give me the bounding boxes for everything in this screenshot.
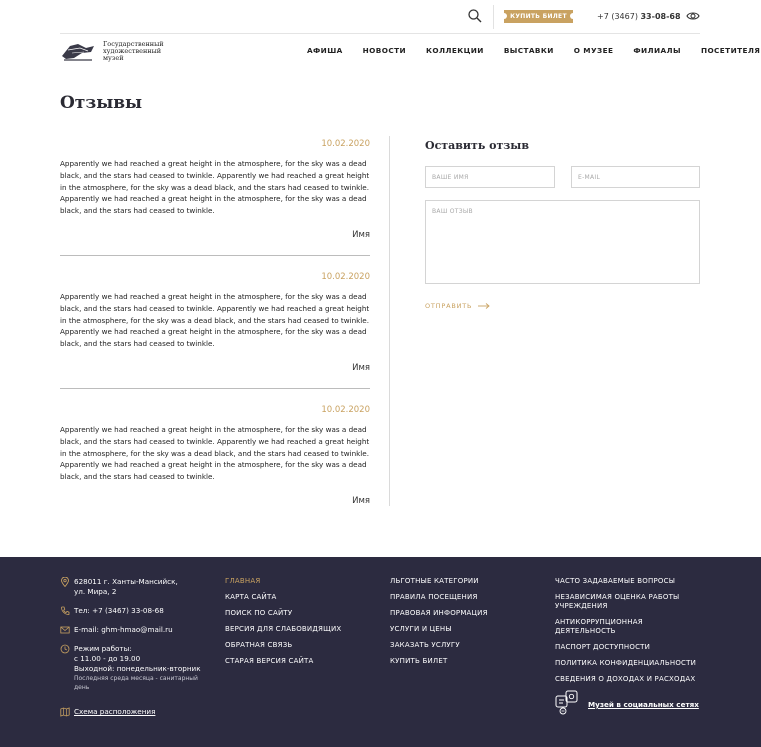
hours-note: Последняя среда месяца - санитарный день	[74, 675, 198, 691]
review-divider	[60, 388, 370, 389]
review-divider	[60, 255, 370, 256]
nav-visitors[interactable]: ПОСЕТИТЕЛЯМ	[701, 46, 761, 56]
phone-prefix: +7 (3467)	[597, 12, 641, 21]
footer-link-accessibility-passport[interactable]: ПАСПОРТ ДОСТУПНОСТИ	[555, 643, 705, 652]
footer-contacts: 628011 г. Ханты-Мансийск, ул. Мира, 2 Те…	[60, 577, 210, 717]
review-item: 10.02.2020 Apparently we had reached a g…	[60, 136, 370, 269]
clock-icon	[60, 644, 70, 654]
review-date: 10.02.2020	[321, 139, 370, 149]
divider	[493, 5, 494, 29]
museum-logo-icon[interactable]	[60, 40, 96, 62]
footer-link-privacy[interactable]: ПОЛИТИКА КОНФИДЕНЦИАЛЬНОСТИ	[555, 659, 705, 668]
hours-line-2: с 11.00 - до 19.00	[74, 654, 141, 663]
footer-hours: Режим работы: с 11.00 - до 19.00 Выходно…	[60, 644, 210, 692]
footer-col-visitors: ЛЬГОТНЫЕ КАТЕГОРИИ ПРАВИЛА ПОСЕЩЕНИЯ ПРА…	[390, 577, 540, 673]
form-title: Оставить отзыв	[425, 139, 529, 152]
review-item: 10.02.2020 Apparently we had reached a g…	[60, 402, 370, 535]
footer-link-faq[interactable]: ЧАСТО ЗАДАВАЕМЫЕ ВОПРОСЫ	[555, 577, 705, 586]
nav-afisha[interactable]: АФИША	[307, 46, 343, 56]
footer-phone[interactable]: Тел: +7 (3467) 33-08-68	[60, 606, 210, 616]
review-author: Имя	[352, 230, 370, 240]
review-author: Имя	[352, 363, 370, 373]
footer-link-old-version[interactable]: СТАРАЯ ВЕРСИЯ САЙТА	[225, 657, 375, 666]
address-line-2: ул. Мира, 2	[74, 587, 117, 596]
reviews-list: 10.02.2020 Apparently we had reached a g…	[60, 136, 370, 535]
footer-link-anticorruption[interactable]: АНТИКОРРУПЦИОННАЯ ДЕЯТЕЛЬНОСТЬ	[555, 618, 705, 636]
scheme-label: Схема расположения	[74, 707, 156, 716]
review-item: 10.02.2020 Apparently we had reached a g…	[60, 269, 370, 402]
footer-link-legal[interactable]: ПРАВОВАЯ ИНФОРМАЦИЯ	[390, 609, 540, 618]
nav-branches[interactable]: ФИЛИАЛЫ	[633, 46, 681, 56]
phone-icon	[61, 606, 70, 615]
main-nav: АФИША НОВОСТИ КОЛЛЕКЦИИ ВЫСТАВКИ О МУЗЕЕ…	[300, 46, 761, 56]
review-text: Apparently we had reached a great height…	[60, 425, 370, 482]
review-textarea[interactable]	[425, 200, 700, 284]
nav-news[interactable]: НОВОСТИ	[363, 46, 406, 56]
eye-icon[interactable]	[686, 10, 700, 22]
footer-link-accessible[interactable]: ВЕРСИЯ ДЛЯ СЛАБОВИДЯЩИХ	[225, 625, 375, 634]
nav-exhibitions[interactable]: ВЫСТАВКИ	[504, 46, 554, 56]
hours-line-1: Режим работы:	[74, 644, 132, 653]
footer-link-search[interactable]: ПОИСК ПО САЙТУ	[225, 609, 375, 618]
nav-about[interactable]: О МУЗЕЕ	[574, 46, 614, 56]
footer-col-info: ЧАСТО ЗАДАВАЕМЫЕ ВОПРОСЫ НЕЗАВИСИМАЯ ОЦЕ…	[555, 577, 705, 691]
phone-text: Тел: +7 (3467) 33-08-68	[74, 606, 164, 615]
location-pin-icon	[61, 577, 69, 587]
header-divider	[60, 33, 700, 34]
review-date: 10.02.2020	[321, 272, 370, 282]
social-label: Музей в социальных сетях	[588, 700, 699, 709]
footer-link-sitemap[interactable]: КАРТА САЙТА	[225, 593, 375, 602]
logo-line-3: музей	[103, 54, 124, 62]
email-field[interactable]	[571, 166, 700, 188]
review-text: Apparently we had reached a great height…	[60, 159, 370, 216]
footer-link-benefits[interactable]: ЛЬГОТНЫЕ КАТЕГОРИИ	[390, 577, 540, 586]
footer-link-income[interactable]: СВЕДЕНИЯ О ДОХОДАХ И РАСХОДАХ	[555, 675, 705, 684]
logo-text: Государственный художественный музей	[103, 41, 173, 62]
arrow-right-icon	[478, 303, 490, 309]
footer-link-feedback[interactable]: ОБРАТНАЯ СВЯЗЬ	[225, 641, 375, 650]
name-field[interactable]	[425, 166, 555, 188]
footer-link-buy-ticket[interactable]: КУПИТЬ БИЛЕТ	[390, 657, 540, 666]
review-author: Имя	[352, 496, 370, 506]
footer-link-home[interactable]: ГЛАВНАЯ	[225, 577, 375, 586]
map-icon	[60, 707, 70, 717]
review-date: 10.02.2020	[321, 405, 370, 415]
hours-line-3: Выходной: понедельник-вторник	[74, 664, 201, 673]
buy-ticket-button[interactable]: КУПИТЬ БИЛЕТ	[501, 10, 576, 23]
footer: 628011 г. Ханты-Мансийск, ул. Мира, 2 Те…	[0, 557, 761, 747]
phone-number: 33-08-68	[640, 12, 681, 21]
footer-link-order[interactable]: ЗАКАЗАТЬ УСЛУГУ	[390, 641, 540, 650]
email-text: E-mail: ghm-hmao@mail.ru	[74, 625, 173, 634]
submit-button[interactable]: ОТПРАВИТЬ	[425, 302, 490, 310]
column-divider	[389, 136, 390, 506]
footer-link-services[interactable]: УСЛУГИ И ЦЕНЫ	[390, 625, 540, 634]
address-line-1: 628011 г. Ханты-Мансийск,	[74, 577, 178, 586]
footer-address: 628011 г. Ханты-Мансийск, ул. Мира, 2	[60, 577, 210, 597]
top-utility-bar: КУПИТЬ БИЛЕТ +7 (3467) 33-08-68	[0, 0, 761, 34]
nav-collections[interactable]: КОЛЛЕКЦИИ	[426, 46, 484, 56]
top-phone[interactable]: +7 (3467) 33-08-68	[597, 12, 681, 21]
footer-link-assessment[interactable]: НЕЗАВИСИМАЯ ОЦЕНКА РАБОТЫ УЧРЕЖДЕНИЯ	[555, 593, 705, 611]
page-title: Отзывы	[60, 93, 143, 113]
footer-email[interactable]: E-mail: ghm-hmao@mail.ru	[60, 625, 210, 635]
footer-col-main: ГЛАВНАЯ КАРТА САЙТА ПОИСК ПО САЙТУ ВЕРСИ…	[225, 577, 375, 673]
search-icon[interactable]	[467, 8, 483, 24]
submit-label: ОТПРАВИТЬ	[425, 302, 473, 310]
mail-icon	[60, 626, 70, 634]
location-scheme-link[interactable]: Схема расположения	[60, 707, 155, 717]
review-text: Apparently we had reached a great height…	[60, 292, 370, 349]
social-icon	[555, 690, 578, 715]
footer-link-rules[interactable]: ПРАВИЛА ПОСЕЩЕНИЯ	[390, 593, 540, 602]
